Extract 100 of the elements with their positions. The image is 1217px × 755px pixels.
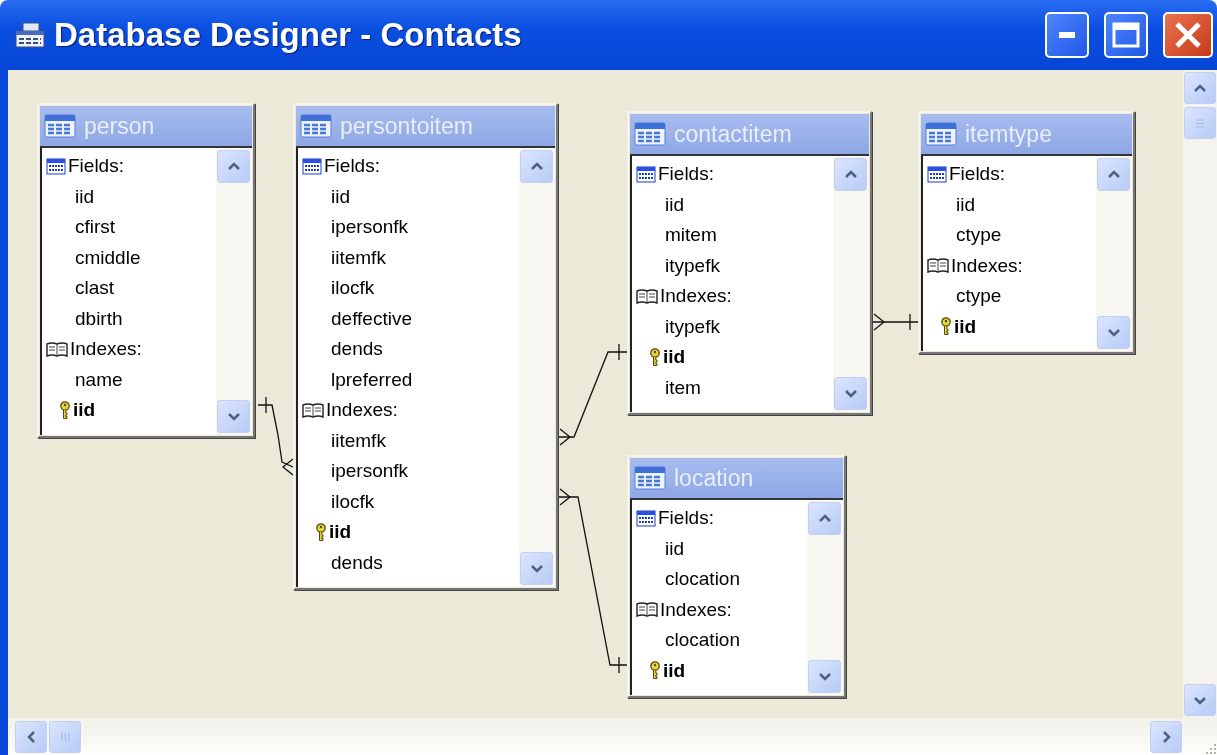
- table-window[interactable]: persontoitem Fields: iid ipersonfk iitemfk ilocfk deffective dends lpreferred Indexes: iitemfk ipersonfk ilocfk iid dends: [293, 103, 558, 590]
- scroll-thumb[interactable]: [1184, 107, 1216, 139]
- field-item[interactable]: iid: [923, 189, 1096, 220]
- scroll-left-button[interactable]: [15, 720, 47, 753]
- field-item[interactable]: clast: [42, 273, 216, 304]
- section-heading[interactable]: Indexes:: [923, 250, 1096, 281]
- section-heading[interactable]: Fields:: [632, 503, 807, 534]
- scroll-up-button[interactable]: [834, 158, 867, 191]
- chevron-down-icon: [226, 411, 241, 421]
- section-heading[interactable]: Fields:: [298, 151, 519, 182]
- close-button[interactable]: [1163, 12, 1213, 58]
- scroll-down-button[interactable]: [1097, 316, 1130, 349]
- scroll-up-button[interactable]: [520, 150, 553, 183]
- chevron-up-icon: [843, 170, 858, 179]
- minimize-button[interactable]: [1045, 12, 1089, 58]
- maximize-button[interactable]: [1104, 12, 1148, 58]
- table-window[interactable]: itemtype Fields: iid ctype Indexes: ctype iid: [918, 111, 1135, 354]
- relationship-line[interactable]: [557, 343, 628, 446]
- chevron-down-icon: [529, 564, 544, 573]
- book-icon: [636, 601, 658, 619]
- section-heading[interactable]: Indexes:: [632, 281, 833, 312]
- field-item[interactable]: ipersonfk: [298, 212, 519, 243]
- book-icon: [636, 287, 658, 305]
- resize-grip-icon[interactable]: [1203, 741, 1217, 755]
- primary-key-item[interactable]: iid: [298, 517, 519, 548]
- chevron-up-icon: [226, 162, 241, 171]
- book-icon: [302, 401, 324, 419]
- scroll-up-button[interactable]: [1184, 72, 1216, 104]
- chevron-down-icon: [817, 672, 832, 681]
- vertical-scrollbar[interactable]: [1183, 70, 1217, 718]
- fields-icon: [636, 509, 656, 527]
- table-window[interactable]: contactitem Fields: iid mitem itypefk Indexes: itypefk iid item: [627, 111, 872, 415]
- section-heading[interactable]: Indexes:: [298, 395, 519, 426]
- field-item[interactable]: itypefk: [632, 250, 833, 281]
- field-item[interactable]: clocation: [632, 564, 807, 595]
- section-heading[interactable]: Indexes:: [42, 334, 216, 365]
- chevron-left-icon: [26, 729, 36, 744]
- window-title: Database Designer - Contacts: [54, 16, 523, 54]
- field-item[interactable]: name: [42, 364, 216, 395]
- field-item[interactable]: iid: [632, 189, 833, 220]
- table-icon: [925, 122, 957, 146]
- table-name: persontoitem: [340, 112, 473, 140]
- field-item[interactable]: ilocfk: [298, 486, 519, 517]
- table-icon: [300, 114, 332, 138]
- field-item[interactable]: itypefk: [632, 311, 833, 342]
- key-icon: [315, 522, 327, 542]
- chevron-down-icon: [1106, 328, 1121, 337]
- primary-key-item[interactable]: iid: [632, 342, 833, 373]
- scroll-down-button[interactable]: [217, 399, 250, 433]
- scroll-up-button[interactable]: [808, 502, 841, 535]
- scroll-up-button[interactable]: [217, 150, 250, 183]
- chevron-down-icon: [843, 389, 858, 398]
- field-item[interactable]: iitemfk: [298, 242, 519, 273]
- fields-icon: [46, 157, 66, 175]
- fields-icon: [302, 157, 322, 175]
- table-window[interactable]: person Fields: iid cfirst cmiddle clast dbirth Indexes: name iid: [37, 103, 255, 438]
- field-item[interactable]: ipersonfk: [298, 456, 519, 487]
- chevron-up-icon: [1193, 83, 1207, 93]
- field-item[interactable]: item: [632, 372, 833, 403]
- section-heading[interactable]: Fields:: [632, 159, 833, 190]
- section-heading[interactable]: Fields:: [923, 159, 1096, 190]
- field-item[interactable]: ilocfk: [298, 273, 519, 304]
- key-icon: [649, 661, 661, 681]
- field-item[interactable]: cmiddle: [42, 242, 216, 273]
- relationship-line[interactable]: [871, 313, 919, 331]
- table-name: itemtype: [965, 120, 1052, 148]
- field-item[interactable]: iid: [298, 181, 519, 212]
- field-item[interactable]: iid: [632, 533, 807, 564]
- field-item[interactable]: ctype: [923, 281, 1096, 312]
- maximize-icon: [1112, 22, 1140, 48]
- table-name: location: [674, 464, 754, 492]
- scroll-down-button[interactable]: [834, 377, 867, 410]
- primary-key-item[interactable]: iid: [923, 311, 1096, 342]
- field-item[interactable]: ctype: [923, 220, 1096, 251]
- field-item[interactable]: clocation: [632, 625, 807, 656]
- primary-key-item[interactable]: iid: [632, 655, 807, 686]
- primary-key-item[interactable]: iid: [42, 395, 216, 426]
- field-item[interactable]: lpreferred: [298, 364, 519, 395]
- scroll-down-button[interactable]: [1184, 684, 1216, 716]
- section-heading[interactable]: Indexes:: [632, 594, 807, 625]
- field-item[interactable]: iitemfk: [298, 425, 519, 456]
- field-item[interactable]: dends: [298, 334, 519, 365]
- scroll-right-button[interactable]: [1150, 720, 1182, 753]
- field-item[interactable]: dbirth: [42, 303, 216, 334]
- scroll-thumb[interactable]: [49, 720, 81, 753]
- scroll-down-button[interactable]: [520, 552, 553, 585]
- field-item[interactable]: deffective: [298, 303, 519, 334]
- field-item[interactable]: cfirst: [42, 212, 216, 243]
- relationship-line[interactable]: [257, 396, 294, 476]
- scroll-down-button[interactable]: [808, 660, 841, 693]
- table-name: person: [84, 112, 155, 140]
- field-item[interactable]: mitem: [632, 220, 833, 251]
- scroll-up-button[interactable]: [1097, 158, 1130, 191]
- relationship-line[interactable]: [557, 488, 628, 674]
- fields-icon: [636, 165, 656, 183]
- section-heading[interactable]: Fields:: [42, 151, 216, 182]
- table-window[interactable]: location Fields: iid clocation Indexes: clocation iid: [627, 455, 846, 698]
- fields-icon: [927, 165, 947, 183]
- field-item[interactable]: dends: [298, 547, 519, 578]
- field-item[interactable]: iid: [42, 181, 216, 212]
